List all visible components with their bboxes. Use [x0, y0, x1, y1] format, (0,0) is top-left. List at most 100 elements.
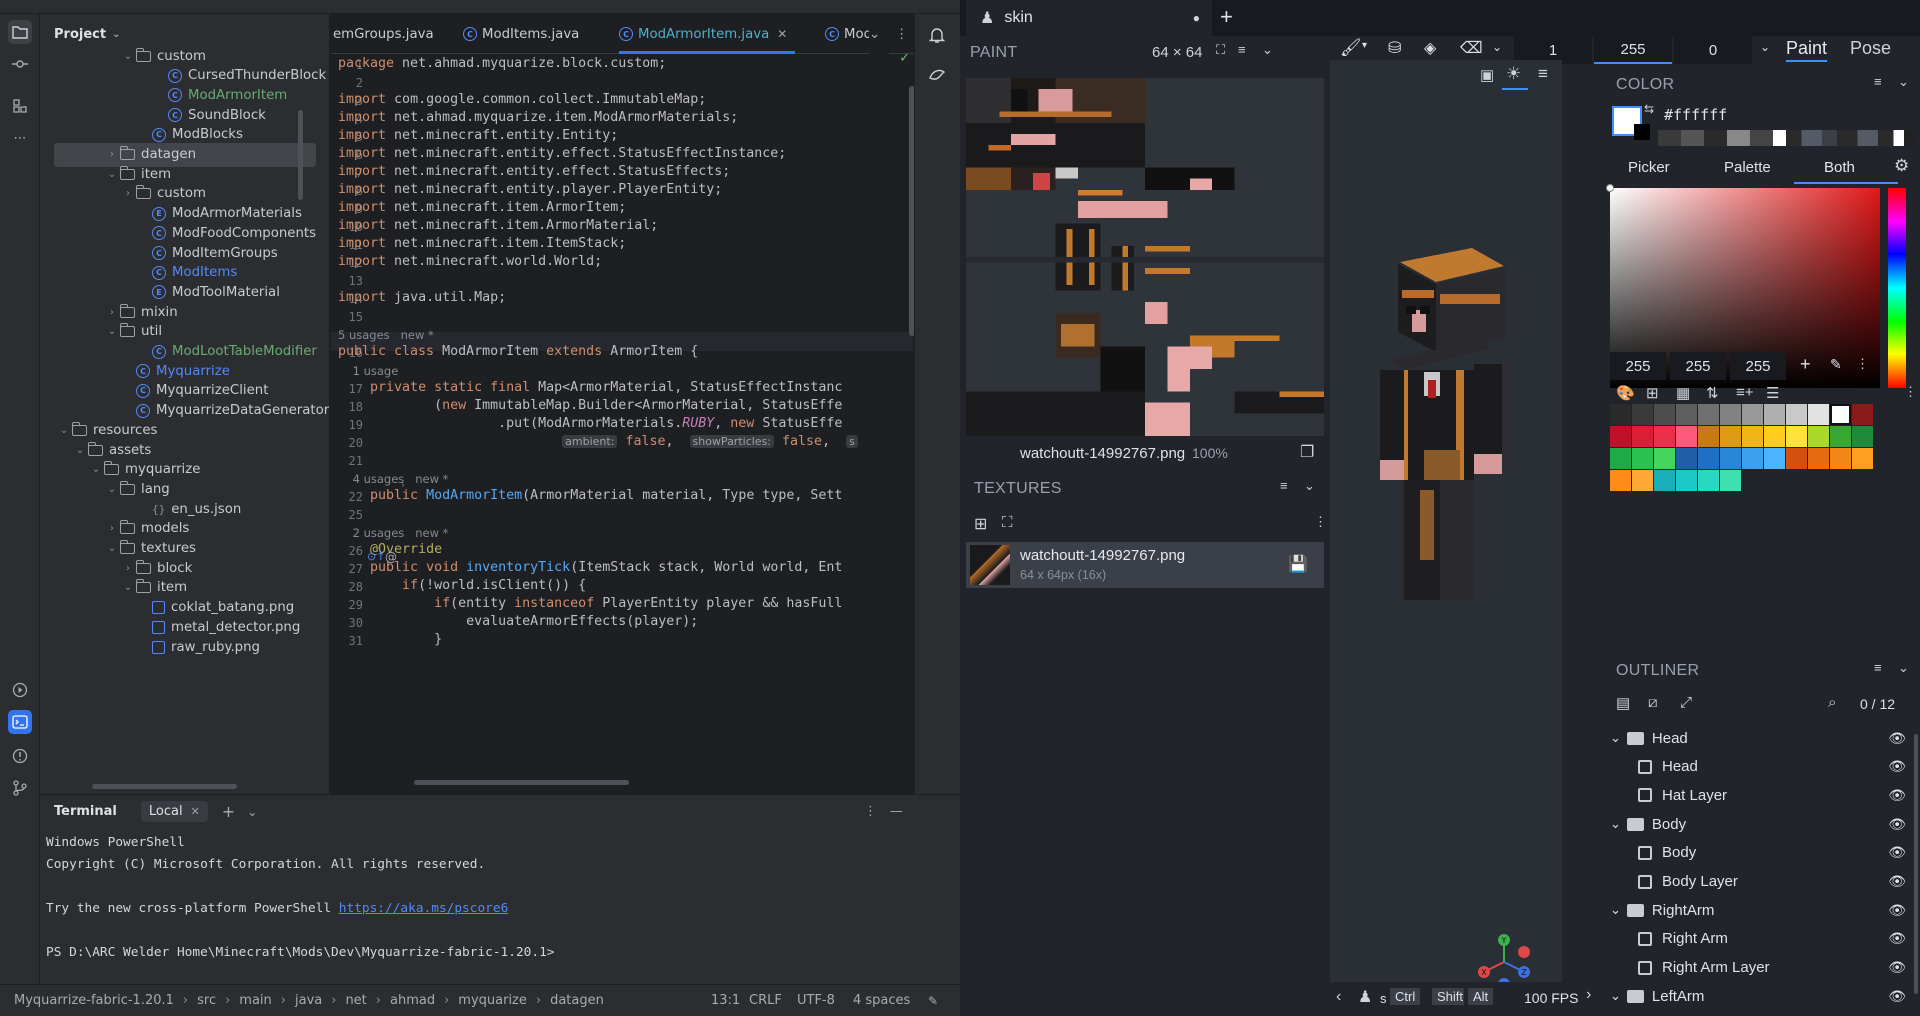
add-palette-icon[interactable]: ≡+: [1736, 384, 1754, 401]
close-icon[interactable]: ✕: [777, 27, 787, 41]
indent-setting[interactable]: 4 spaces: [853, 993, 910, 1008]
image-icon[interactable]: ▣: [1480, 66, 1494, 84]
palette-swatch[interactable]: [1830, 404, 1851, 425]
code-line[interactable]: import net.minecraft.entity.Entity;: [338, 128, 618, 143]
chevron-down-icon[interactable]: ⌄: [56, 425, 72, 436]
breadcrumb-item[interactable]: myquarize: [458, 993, 527, 1008]
tree-item-raw-ruby-png[interactable]: raw_ruby.png: [40, 635, 329, 659]
chevron-down-icon[interactable]: ⌄: [1262, 42, 1273, 58]
code-line[interactable]: import com.google.common.collect.Immutab…: [338, 92, 706, 107]
pscore-link[interactable]: https://aka.ms/pscore6: [339, 901, 509, 916]
chevron-right-icon[interactable]: ›: [104, 149, 120, 160]
generate-palette-icon[interactable]: ⊞: [1646, 384, 1659, 402]
palette-swatch[interactable]: [1632, 426, 1653, 447]
palette-swatch[interactable]: [1808, 448, 1829, 469]
chevron-down-icon[interactable]: ⌄: [247, 805, 257, 819]
palette-swatch[interactable]: [1654, 426, 1675, 447]
tab-emgroups[interactable]: emGroups.java: [333, 14, 434, 54]
project-folder-icon[interactable]: [8, 20, 32, 44]
brush-icon[interactable]: 🖌: [1340, 38, 1362, 58]
import-texture-icon[interactable]: ⛶: [1002, 514, 1013, 531]
chevron-down-icon[interactable]: ⌄: [104, 484, 120, 495]
breadcrumb-item[interactable]: datagen: [550, 993, 604, 1008]
palette-swatch[interactable]: [1610, 404, 1631, 425]
list-icon[interactable]: ☰: [1766, 384, 1779, 402]
secondary-color-swatch[interactable]: [1634, 124, 1650, 140]
visibility-eye-icon[interactable]: 👁: [1888, 816, 1906, 833]
breadcrumb-item[interactable]: main: [239, 993, 271, 1008]
tab-modarmoritem[interactable]: C ModArmorItem.java ✕: [619, 14, 796, 54]
palette-swatch[interactable]: [1764, 448, 1785, 469]
palette-swatch[interactable]: [1764, 404, 1785, 425]
code-line[interactable]: .put(ModArmorMaterials.RUBY, new StatusE…: [338, 416, 842, 431]
hex-input[interactable]: #ffffff: [1664, 106, 1727, 124]
breadcrumb-item[interactable]: net: [345, 993, 366, 1008]
palette-swatch[interactable]: [1808, 404, 1829, 425]
palette-swatch[interactable]: [1808, 426, 1829, 447]
terminal-output[interactable]: Windows PowerShell Copyright (C) Microsof…: [40, 828, 960, 984]
chevron-down-icon[interactable]: ⌄: [1610, 902, 1621, 918]
recent-colors[interactable]: [1658, 130, 1914, 146]
menu-icon[interactable]: ≡: [1874, 74, 1882, 89]
palette-swatch[interactable]: [1698, 448, 1719, 469]
sort-icon[interactable]: ⇅: [1706, 384, 1719, 402]
palette-swatch[interactable]: [1654, 404, 1675, 425]
palette-swatch[interactable]: [1676, 426, 1697, 447]
eyedropper-icon[interactable]: ✎: [1830, 356, 1842, 373]
outliner-cube[interactable]: Body 👁: [1604, 839, 1920, 867]
problems-icon[interactable]: [8, 744, 32, 768]
mode-paint-tab[interactable]: Paint: [1786, 38, 1828, 62]
chevron-down-icon[interactable]: ⌄: [1760, 40, 1770, 54]
more-tools-icon[interactable]: ⋯: [8, 126, 32, 150]
more-icon[interactable]: ⋮: [1314, 514, 1327, 530]
visibility-eye-icon[interactable]: 👁: [1888, 902, 1906, 919]
visibility-eye-icon[interactable]: 👁: [1888, 930, 1906, 947]
chevron-down-icon[interactable]: ⌄: [1304, 478, 1315, 494]
structure-icon[interactable]: [8, 94, 32, 118]
skin-person-icon[interactable]: ♟: [1358, 987, 1372, 1007]
softness-input[interactable]: 0: [1674, 36, 1752, 64]
palette-swatch[interactable]: [1654, 470, 1675, 491]
chevron-down-icon[interactable]: ⌄: [72, 445, 88, 456]
chevron-down-icon[interactable]: ⌄: [104, 543, 120, 554]
texture-list-item[interactable]: watchoutt-14992767.png 64 x 64px (16x) 💾: [966, 542, 1324, 588]
grid-icon[interactable]: ▦: [1676, 384, 1690, 402]
cursor-position[interactable]: 13:1: [711, 993, 740, 1008]
breadcrumb-item[interactable]: Myquarrize-fabric-1.20.1: [14, 993, 174, 1008]
override-gutter-icon[interactable]: ⊙↑: [367, 550, 385, 563]
chevron-down-icon[interactable]: ⌄: [1610, 730, 1621, 746]
copy-icon[interactable]: ❐: [1300, 442, 1314, 462]
line-ending[interactable]: CRLF: [749, 993, 782, 1008]
tab-list-button[interactable]: ⌄: [869, 14, 889, 54]
code-line[interactable]: public ModArmorItem(ArmorMaterial materi…: [338, 488, 842, 503]
palette-swatch[interactable]: [1698, 404, 1719, 425]
code-line[interactable]: if(entity instanceof PlayerEntity player…: [338, 596, 842, 611]
palette-swatch[interactable]: [1852, 404, 1873, 425]
gear-icon[interactable]: ⚙: [1894, 156, 1909, 176]
breadcrumb-item[interactable]: java: [295, 993, 322, 1008]
code-line[interactable]: import net.minecraft.world.World;: [338, 254, 602, 269]
breadcrumb-item[interactable]: ahmad: [390, 993, 435, 1008]
code-line[interactable]: if(!world.isClient()) {: [338, 578, 586, 593]
tab-palette[interactable]: Palette: [1724, 159, 1771, 176]
chevron-right-icon[interactable]: ›: [120, 563, 136, 574]
3d-viewport[interactable]: ▣ ☀ ≡ Y X Z ‹ ♟ s Ctrl Shift Alt: [1330, 60, 1562, 1016]
git-icon[interactable]: [8, 776, 32, 800]
chevron-down-icon[interactable]: ⌄: [1898, 74, 1909, 90]
picker-cursor[interactable]: [1606, 184, 1614, 192]
code-line[interactable]: import net.minecraft.entity.player.Playe…: [338, 182, 722, 197]
skin-model[interactable]: [1380, 240, 1530, 640]
code-inlay-hint[interactable]: 4 usages new *: [338, 472, 449, 486]
code-line[interactable]: public void inventoryTick(ItemStack stac…: [338, 560, 842, 575]
save-icon[interactable]: 💾: [1288, 554, 1308, 574]
hue-handle[interactable]: [1885, 186, 1909, 192]
editor-hscrollbar[interactable]: [414, 780, 629, 785]
chevron-right-icon[interactable]: ›: [1586, 986, 1591, 1004]
palette-swatch[interactable]: [1786, 426, 1807, 447]
code-line[interactable]: import net.minecraft.item.ArmorItem;: [338, 200, 626, 215]
palette-swatch[interactable]: [1654, 448, 1675, 469]
outliner-group[interactable]: ⌄ RightArm 👁: [1604, 896, 1920, 924]
add-group-icon[interactable]: ▤: [1616, 694, 1630, 712]
palette-swatch[interactable]: [1720, 404, 1741, 425]
menu-icon[interactable]: ≡: [1238, 42, 1246, 57]
